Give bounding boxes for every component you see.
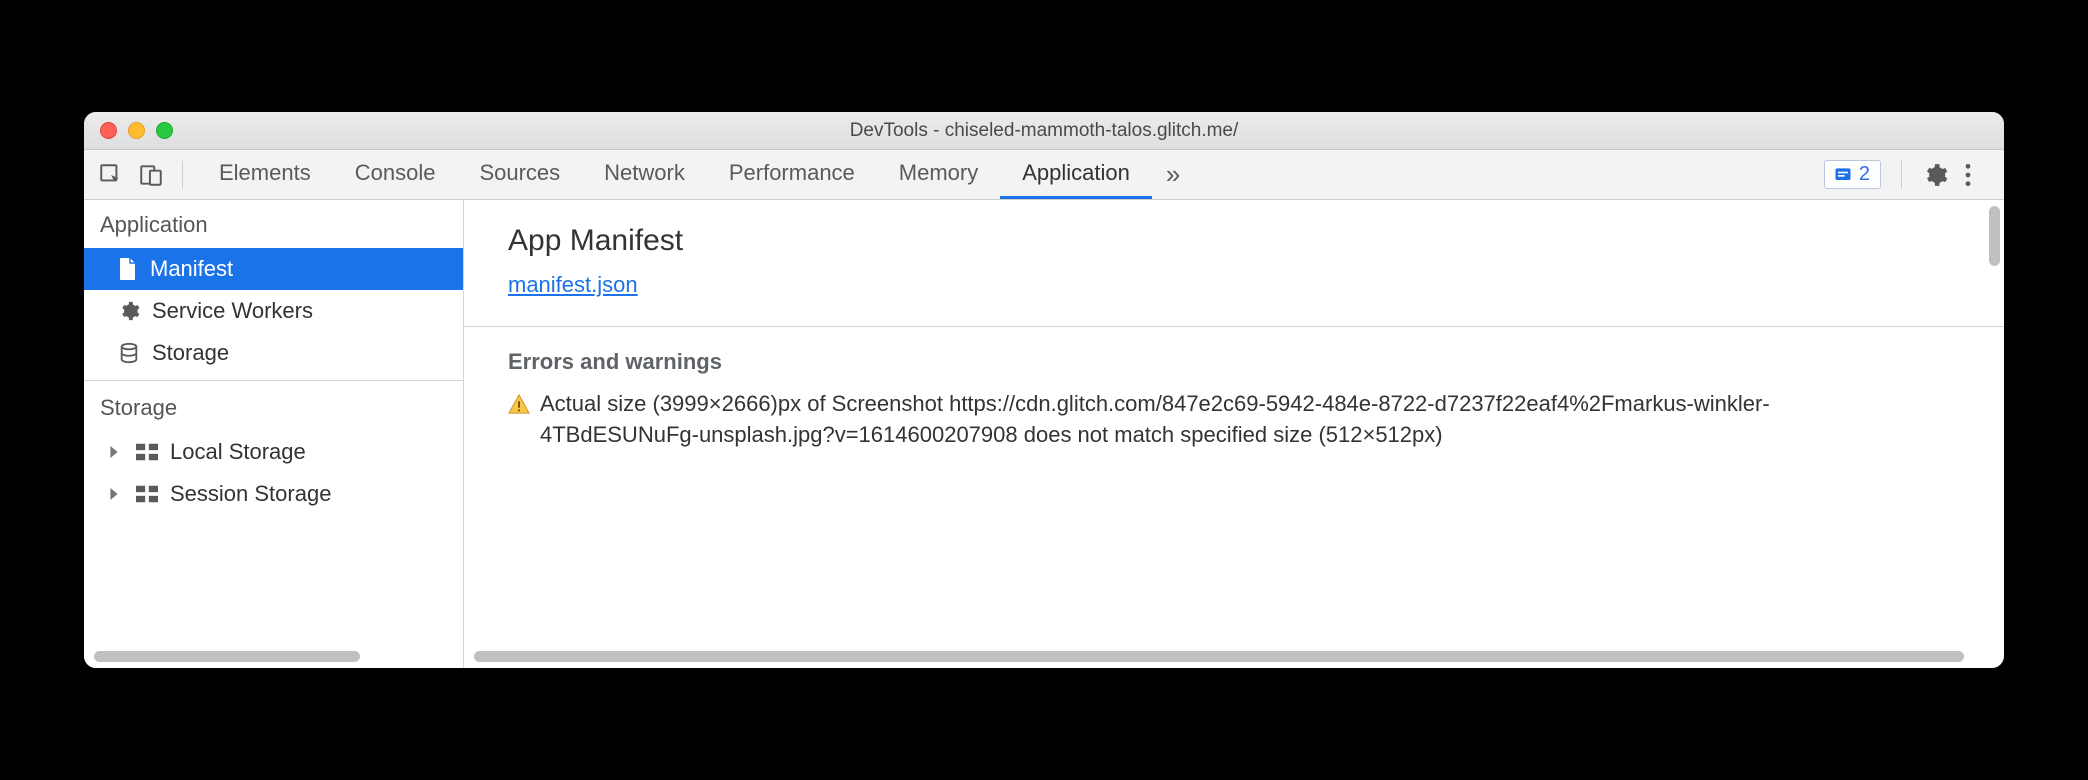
device-toolbar-icon[interactable] xyxy=(134,158,168,192)
tab-sources[interactable]: Sources xyxy=(457,150,582,199)
toolbar-divider xyxy=(182,161,183,189)
tab-network[interactable]: Network xyxy=(582,150,707,199)
sidebar-item-storage[interactable]: Storage xyxy=(84,332,463,374)
warning-text: Actual size (3999×2666)px of Screenshot … xyxy=(540,389,1900,451)
toolbar-divider xyxy=(1901,161,1902,189)
tab-memory[interactable]: Memory xyxy=(877,150,1000,199)
sidebar-item-manifest[interactable]: Manifest xyxy=(84,248,463,290)
sidebar-divider xyxy=(84,380,463,381)
sidebar-hscrollbar[interactable] xyxy=(94,651,453,662)
maximize-button[interactable] xyxy=(156,122,173,139)
tab-elements[interactable]: Elements xyxy=(197,150,333,199)
sidebar-item-local-storage[interactable]: Local Storage xyxy=(84,431,463,473)
more-options-button[interactable] xyxy=(1964,162,1994,188)
issues-counter[interactable]: 2 xyxy=(1824,160,1881,189)
warning-row: Actual size (3999×2666)px of Screenshot … xyxy=(508,389,1960,451)
panel-tabs: Elements Console Sources Network Perform… xyxy=(197,150,1194,199)
sidebar-item-service-workers[interactable]: Service Workers xyxy=(84,290,463,332)
panel-body: Application Manifest Service Workers xyxy=(84,200,2004,668)
caret-right-icon xyxy=(108,488,124,500)
section-storage: Storage xyxy=(84,383,463,431)
caret-right-icon xyxy=(108,446,124,458)
issues-count: 2 xyxy=(1859,163,1870,186)
content-hscrollbar[interactable] xyxy=(474,651,1994,662)
app-manifest-title: App Manifest xyxy=(508,224,1960,258)
devtools-toolbar: Elements Console Sources Network Perform… xyxy=(84,150,2004,200)
sidebar-item-session-storage[interactable]: Session Storage xyxy=(84,473,463,515)
gear-icon xyxy=(1922,162,1948,188)
database-icon xyxy=(118,342,140,364)
manifest-link[interactable]: manifest.json xyxy=(508,272,638,297)
settings-button[interactable] xyxy=(1922,162,1952,188)
devtools-window: DevTools - chiseled-mammoth-talos.glitch… xyxy=(84,112,2004,668)
sidebar-item-label: Service Workers xyxy=(152,298,313,324)
errors-heading: Errors and warnings xyxy=(508,327,1960,389)
issues-icon xyxy=(1833,165,1853,185)
tabs-overflow-button[interactable]: » xyxy=(1152,150,1194,199)
sidebar-splitter[interactable] xyxy=(457,200,463,668)
sidebar-item-label: Storage xyxy=(152,340,229,366)
inspect-element-icon[interactable] xyxy=(94,158,128,192)
kebab-icon xyxy=(1964,162,1972,188)
application-content: App Manifest manifest.json Errors and wa… xyxy=(464,200,2004,668)
window-controls xyxy=(84,122,173,139)
tab-application[interactable]: Application xyxy=(1000,150,1152,199)
tab-performance[interactable]: Performance xyxy=(707,150,877,199)
content-vscrollbar[interactable] xyxy=(1989,206,2000,266)
warning-icon xyxy=(508,393,530,415)
tab-console[interactable]: Console xyxy=(333,150,458,199)
toolbar-right: 2 xyxy=(1824,160,1994,189)
sidebar-item-label: Manifest xyxy=(150,256,233,282)
minimize-button[interactable] xyxy=(128,122,145,139)
titlebar: DevTools - chiseled-mammoth-talos.glitch… xyxy=(84,112,2004,150)
grid-icon xyxy=(136,485,158,503)
file-icon xyxy=(118,257,138,281)
close-button[interactable] xyxy=(100,122,117,139)
grid-icon xyxy=(136,443,158,461)
gear-icon xyxy=(118,300,140,322)
sidebar-item-label: Session Storage xyxy=(170,481,331,507)
sidebar-item-label: Local Storage xyxy=(170,439,306,465)
application-sidebar: Application Manifest Service Workers xyxy=(84,200,464,668)
window-title: DevTools - chiseled-mammoth-talos.glitch… xyxy=(84,120,2004,142)
section-application: Application xyxy=(84,200,463,248)
